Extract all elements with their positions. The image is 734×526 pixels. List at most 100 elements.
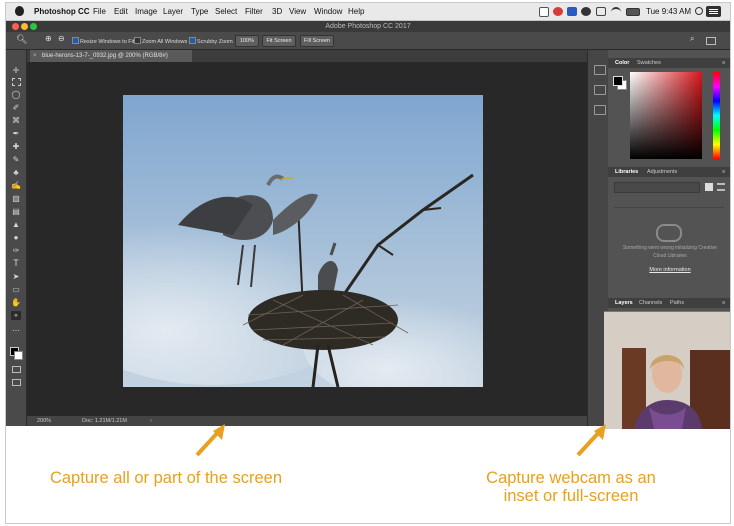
menu-image[interactable]: Image (135, 7, 157, 16)
path-selection-tool-icon[interactable]: ➤ (11, 272, 21, 281)
close-document-icon[interactable]: × (33, 50, 37, 62)
library-search-input[interactable] (614, 198, 724, 208)
fit-screen-button[interactable]: Fit Screen (262, 35, 296, 47)
tools-panel: ✛ ◯ ✐ ⌘ ✒ ✚ ✎ ♣ ✍ ▨ ▤ ▲ ● ✑ T ➤ ▭ ✋ ⚬ ⋯ (6, 50, 27, 426)
zoom-tool-icon[interactable]: 🔍︎ (16, 34, 27, 45)
menu-window[interactable]: Window (314, 7, 342, 16)
heron-photo (123, 95, 483, 387)
background-color-swatch[interactable] (14, 351, 23, 360)
status-zoom[interactable]: 200% (37, 416, 51, 426)
tab-paths[interactable]: Paths (670, 298, 684, 308)
menu-type[interactable]: Type (191, 7, 208, 16)
document-tab[interactable]: × blue-herons-13-7-_0932.jpg @ 200% (RGB… (30, 50, 192, 62)
more-information-link[interactable]: More information (630, 267, 710, 273)
menu-filter[interactable]: Filter (245, 7, 263, 16)
display-tray-icon[interactable] (596, 7, 606, 16)
canvas-area[interactable] (27, 62, 596, 416)
library-error-message: Something went wrong initializing Creati… (623, 245, 717, 259)
notification-center-icon[interactable] (706, 6, 721, 17)
menu-help[interactable]: Help (348, 7, 364, 16)
history-panel-icon[interactable] (594, 65, 606, 75)
hand-tool-icon[interactable]: ✋ (11, 298, 21, 307)
edit-toolbar-icon[interactable]: ⋯ (11, 326, 21, 335)
crop-tool-icon[interactable]: ⌘ (11, 116, 21, 125)
right-arrow-icon (576, 424, 606, 457)
panel-menu-icon[interactable]: ≡ (722, 298, 725, 308)
tab-swatches[interactable]: Swatches (637, 58, 661, 68)
tab-color[interactable]: Color (615, 58, 629, 68)
panel-foreground-swatch[interactable] (613, 76, 623, 86)
menu-layer[interactable]: Layer (163, 7, 183, 16)
type-tool-icon[interactable]: T (11, 259, 21, 268)
zoom-100-button[interactable]: 100% (235, 35, 259, 47)
tab-libraries[interactable]: Libraries (615, 167, 638, 177)
rectangle-tool-icon[interactable]: ▭ (11, 285, 21, 294)
brush-tool-icon[interactable]: ✎ (11, 155, 21, 164)
list-view-icon[interactable] (717, 183, 725, 191)
clone-stamp-tool-icon[interactable]: ♣ (11, 168, 21, 177)
properties-panel-icon[interactable] (594, 85, 606, 95)
zoom-out-icon[interactable]: ⊖ (58, 34, 65, 43)
move-tool-icon[interactable]: ✛ (11, 66, 21, 75)
tab-channels[interactable]: Channels (639, 298, 662, 308)
zoom-in-icon[interactable]: ⊕ (45, 34, 52, 43)
minimize-window-button[interactable] (21, 23, 28, 30)
document-status-bar: 200% Doc: 1.21M/1.21M › (27, 416, 596, 426)
apple-icon[interactable] (15, 6, 24, 16)
zoom-window-button[interactable] (30, 23, 37, 30)
history-brush-tool-icon[interactable]: ✍ (11, 181, 21, 190)
left-caption: Capture all or part of the screen (49, 469, 283, 487)
search-icon[interactable]: ⌕ (690, 34, 694, 44)
status-menu-arrow-icon[interactable]: › (150, 416, 152, 426)
hue-slider[interactable] (713, 72, 720, 159)
tab-adjustments[interactable]: Adjustments (647, 167, 677, 177)
record-tray-icon[interactable] (553, 7, 563, 16)
layers-panel-tabs: Layers Channels Paths ≡ (608, 298, 730, 308)
mac-menu-bar: Photoshop CC File Edit Image Layer Type … (6, 3, 730, 21)
screen-capture-tray-icon[interactable] (539, 7, 549, 17)
scrubby-zoom-checkbox[interactable]: Scrubby Zoom (189, 37, 233, 45)
blur-tool-icon[interactable]: ▲ (11, 220, 21, 229)
menu-select[interactable]: Select (215, 7, 237, 16)
close-window-button[interactable] (12, 23, 19, 30)
healing-brush-tool-icon[interactable]: ✚ (11, 142, 21, 151)
menu-file[interactable]: File (93, 7, 106, 16)
menu-edit[interactable]: Edit (114, 7, 128, 16)
panel-menu-icon[interactable]: ≡ (722, 167, 725, 177)
zoom-all-windows-label: Zoom All Windows (142, 39, 188, 45)
menu-clock[interactable]: Tue 9:43 AM (646, 7, 691, 16)
menu-view[interactable]: View (289, 7, 306, 16)
panel-menu-icon[interactable]: ≡ (722, 58, 725, 68)
grid-view-icon[interactable] (705, 183, 713, 191)
tab-layers[interactable]: Layers (615, 298, 633, 308)
dodge-tool-icon[interactable]: ● (11, 233, 21, 242)
wifi-icon[interactable] (611, 7, 621, 15)
quick-selection-tool-icon[interactable]: ✐ (11, 103, 21, 112)
color-picker-field[interactable] (630, 72, 702, 159)
window-title: Adobe Photoshop CC 2017 (325, 23, 411, 30)
library-select[interactable] (614, 182, 700, 193)
screen-mode-icon[interactable] (12, 379, 21, 386)
fill-screen-button[interactable]: Fill Screen (300, 35, 334, 47)
menu-app-name[interactable]: Photoshop CC (34, 7, 90, 16)
character-panel-icon[interactable] (594, 105, 606, 115)
zoom-tool-icon[interactable]: ⚬ (11, 311, 21, 320)
spotlight-search-icon[interactable] (695, 7, 703, 15)
zoom-all-windows-checkbox[interactable]: Zoom All Windows (134, 37, 187, 45)
quick-mask-icon[interactable] (12, 366, 21, 373)
resize-windows-label: Resize Windows to Fit (80, 39, 135, 45)
resize-windows-checkbox[interactable]: Resize Windows to Fit (72, 37, 134, 45)
right-caption-line-1: Capture webcam as an (486, 469, 656, 487)
battery-icon[interactable] (626, 8, 640, 16)
menu-3d[interactable]: 3D (272, 7, 282, 16)
eraser-tool-icon[interactable]: ▨ (11, 194, 21, 203)
lasso-tool-icon[interactable]: ◯ (11, 90, 21, 99)
right-caption-line-2: inset or full-screen (503, 487, 639, 505)
eyedropper-tool-icon[interactable]: ✒ (11, 129, 21, 138)
workspace-icon[interactable] (706, 37, 716, 45)
pen-tool-icon[interactable]: ✑ (11, 246, 21, 255)
app-tray-icon[interactable] (567, 7, 577, 16)
marquee-tool-icon[interactable] (12, 78, 21, 86)
camera-tray-icon[interactable] (581, 7, 591, 16)
gradient-tool-icon[interactable]: ▤ (11, 207, 21, 216)
